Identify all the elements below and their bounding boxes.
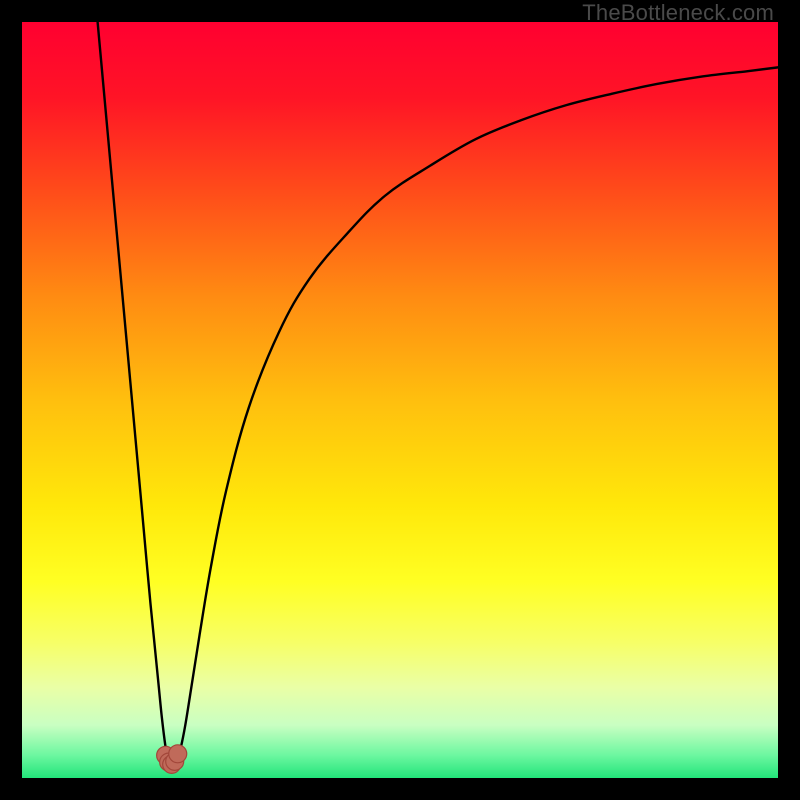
watermark-label: TheBottleneck.com bbox=[582, 0, 774, 26]
plot-area bbox=[22, 22, 778, 778]
chart-frame: TheBottleneck.com bbox=[0, 0, 800, 800]
minimum-marker bbox=[169, 745, 187, 763]
bottleneck-curve-chart bbox=[22, 22, 778, 778]
gradient-background bbox=[22, 22, 778, 778]
